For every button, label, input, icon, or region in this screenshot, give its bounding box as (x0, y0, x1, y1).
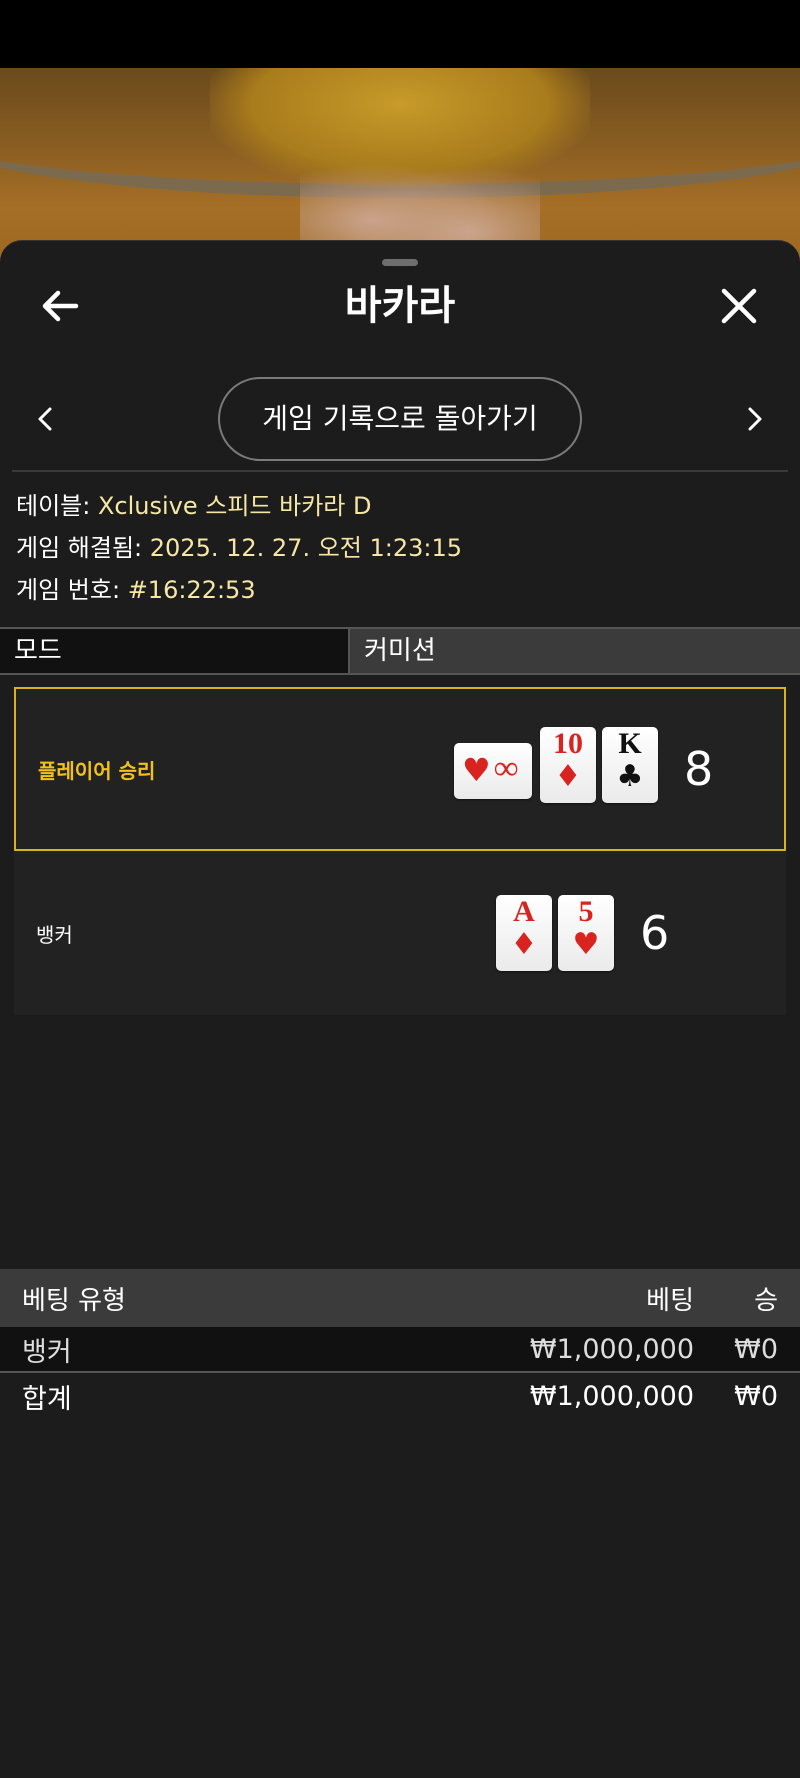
win-amount: ₩0 (734, 1333, 778, 1365)
history-navigation: 게임 기록으로 돌아가기 (0, 377, 800, 461)
banker-card-2: 5 ♥ (558, 895, 614, 971)
live-video-feed (0, 68, 800, 268)
banker-result-label: 뱅커 (36, 922, 73, 947)
card-rank: A (513, 895, 535, 928)
game-number-info: 게임 번호: #16:22:53 (16, 569, 786, 611)
resolved-label: 게임 해결됨: (16, 534, 143, 562)
total-row: 합계 ₩1,000,000 ₩0 (0, 1373, 800, 1419)
card-rank: K (618, 727, 642, 760)
resolved-value: 2025. 12. 27. 오전 1:23:15 (149, 534, 463, 562)
bets-table-header: 베팅 유형 베팅 승 (0, 1269, 800, 1327)
table-info: 테이블: Xclusive 스피드 바카라 D (16, 485, 786, 527)
diamond-icon: ♦ (554, 759, 582, 794)
tab-mode[interactable]: 모드 (0, 629, 348, 673)
banker-card-1: A ♦ (496, 895, 552, 971)
heart-icon: ♥ (462, 751, 491, 789)
bet-type-header: 베팅 유형 (22, 1285, 126, 1316)
table-value: Xclusive 스피드 바카라 D (97, 492, 372, 520)
game-number-label: 게임 번호: (16, 576, 121, 604)
banker-score: 6 (640, 906, 670, 960)
return-to-history-button[interactable]: 게임 기록으로 돌아가기 (218, 377, 582, 461)
total-win: ₩0 (734, 1380, 778, 1412)
game-number-value: #16:22:53 (127, 576, 256, 604)
page-title: 바카라 (344, 283, 456, 329)
bet-amount: ₩1,000,000 (529, 1333, 694, 1365)
drag-handle[interactable] (382, 259, 418, 266)
chevron-left-icon (38, 407, 52, 431)
previous-game-button[interactable] (28, 399, 64, 439)
heart-icon: ♥ (572, 927, 600, 962)
card-rank: 5 (578, 895, 594, 928)
player-result-label: 플레이어 승리 (38, 758, 156, 783)
win-header: 승 (754, 1285, 778, 1316)
total-bet: ₩1,000,000 (529, 1380, 694, 1412)
tab-commission[interactable]: 커미션 (348, 629, 800, 673)
player-card-3: K ♣ (602, 727, 658, 803)
player-card-2: 10 ♦ (540, 727, 596, 803)
close-icon (721, 288, 757, 324)
game-history-sheet: 바카라 게임 기록으로 돌아가기 테이블: Xclusive 스피드 바카라 D… (0, 240, 800, 1778)
card-rank: 10 (553, 727, 583, 760)
player-card-1: ♥ ∞ (454, 743, 532, 799)
player-score: 8 (684, 742, 714, 796)
table-row: 뱅커 ₩1,000,000 ₩0 (0, 1327, 800, 1373)
banker-result-row: 뱅커 A ♦ 5 ♥ 6 (14, 851, 786, 1015)
resolved-info: 게임 해결됨: 2025. 12. 27. 오전 1:23:15 (16, 527, 786, 569)
sheet-header: 바카라 (0, 271, 800, 341)
diamond-icon: ♦ (510, 927, 538, 962)
close-button[interactable] (714, 281, 764, 331)
mode-tabs: 모드 커미션 (0, 627, 800, 675)
player-result-row: 플레이어 승리 ♥ ∞ 10 ♦ K ♣ 8 (14, 687, 786, 851)
bet-amount-header: 베팅 (646, 1285, 694, 1316)
status-bar (0, 0, 800, 68)
table-label: 테이블: (16, 492, 91, 520)
club-icon: ♣ (616, 759, 644, 794)
arrow-left-icon (42, 290, 79, 322)
total-label: 합계 (22, 1383, 72, 1415)
chevron-right-icon (748, 407, 762, 431)
bet-type: 뱅커 (22, 1336, 72, 1368)
back-button[interactable] (36, 281, 86, 331)
divider (12, 470, 788, 472)
next-game-button[interactable] (736, 399, 772, 439)
game-info: 테이블: Xclusive 스피드 바카라 D 게임 해결됨: 2025. 12… (16, 485, 786, 611)
card-rank: ∞ (494, 750, 519, 787)
